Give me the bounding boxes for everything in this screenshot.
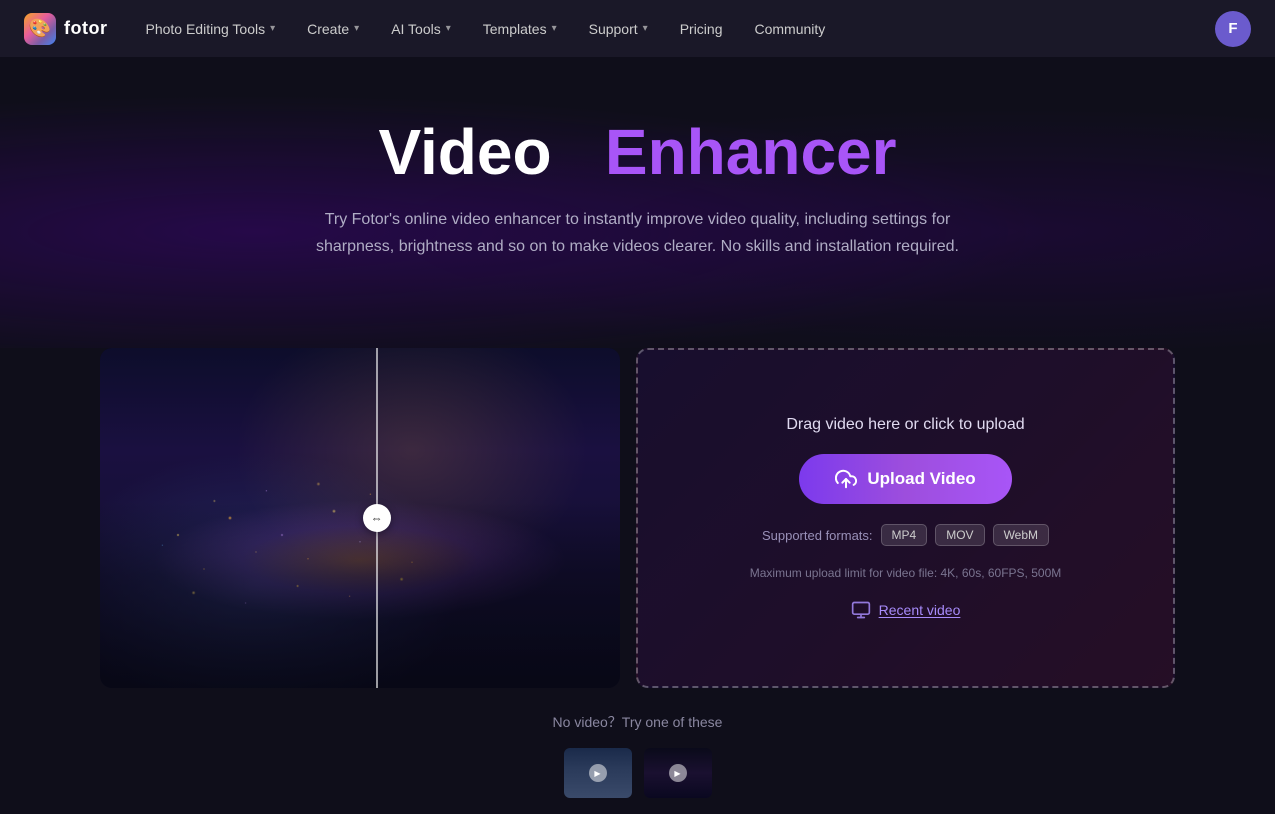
nav-item-pricing[interactable]: Pricing [666, 15, 737, 43]
chevron-down-icon: ▾ [643, 23, 648, 34]
formats-label: Supported formats: [762, 528, 873, 543]
nav-label-templates: Templates [483, 21, 547, 37]
recent-video-label: Recent video [879, 602, 961, 618]
building-silhouettes [100, 501, 620, 688]
divider-handle[interactable]: ⇔ [363, 504, 391, 532]
chevron-down-icon: ▾ [270, 23, 275, 34]
chevron-down-icon: ▾ [354, 23, 359, 34]
nav-item-create[interactable]: Create ▾ [293, 15, 373, 43]
chevron-down-icon: ▾ [446, 23, 451, 34]
hero-title-white: Video [378, 116, 551, 188]
logo-icon: 🎨 [24, 13, 56, 45]
nav-item-templates[interactable]: Templates ▾ [469, 15, 571, 43]
nav-item-ai-tools[interactable]: AI Tools ▾ [377, 15, 465, 43]
video-preview: ⇔ [100, 348, 620, 688]
hero-subtitle: Try Fotor's online video enhancer to ins… [288, 207, 988, 260]
format-webm: WebM [993, 524, 1049, 546]
play-icon: ▶ [669, 764, 687, 782]
sample-thumbnails: ▶ ▶ [20, 748, 1255, 798]
format-mov: MOV [935, 524, 984, 546]
upload-button-label: Upload Video [867, 469, 975, 489]
nav-label-support: Support [589, 21, 638, 37]
hero-title: Video Enhancer [20, 117, 1255, 187]
navbar: 🎨 fotor Photo Editing Tools ▾ Create ▾ A… [0, 0, 1275, 57]
user-avatar[interactable]: F [1215, 11, 1251, 47]
nav-right: F [1215, 11, 1251, 47]
upload-dropzone[interactable]: Drag video here or click to upload Uploa… [636, 348, 1175, 688]
recent-video-link[interactable]: Recent video [851, 600, 961, 620]
sample-thumb-1[interactable]: ▶ [564, 748, 632, 798]
recent-video-icon [851, 600, 871, 620]
nav-item-support[interactable]: Support ▾ [575, 15, 662, 43]
chevron-down-icon: ▾ [552, 23, 557, 34]
hero-title-purple: Enhancer [605, 116, 897, 188]
nav-label-pricing: Pricing [680, 21, 723, 37]
upload-button[interactable]: Upload Video [799, 454, 1011, 504]
city-background [100, 348, 620, 688]
sample-thumb-2[interactable]: ▶ [644, 748, 712, 798]
content-area: ⇔ Drag video here or click to upload Upl… [0, 348, 1275, 688]
nav-label-community: Community [754, 21, 825, 37]
upload-limit: Maximum upload limit for video file: 4K,… [750, 566, 1061, 580]
formats-row: Supported formats: MP4 MOV WebM [762, 524, 1049, 546]
format-mp4: MP4 [881, 524, 928, 546]
upload-icon [835, 468, 857, 490]
city-lights-layer [100, 348, 620, 688]
nav-items: Photo Editing Tools ▾ Create ▾ AI Tools … [131, 15, 1215, 43]
thumb-overlay-2: ▶ [644, 748, 712, 798]
hero-section: Video Enhancer Try Fotor's online video … [0, 57, 1275, 348]
nav-label-ai: AI Tools [391, 21, 441, 37]
logo-text: fotor [64, 18, 107, 39]
play-icon: ▶ [589, 764, 607, 782]
drag-text: Drag video here or click to upload [786, 416, 1024, 434]
nav-item-photo-editing[interactable]: Photo Editing Tools ▾ [131, 15, 289, 43]
no-video-text: No video？Try one of these [20, 712, 1255, 732]
bottom-strip: No video？Try one of these ▶ ▶ [0, 688, 1275, 814]
thumb-overlay-1: ▶ [564, 748, 632, 798]
before-after-divider[interactable]: ⇔ [376, 348, 378, 688]
nav-item-community[interactable]: Community [740, 15, 839, 43]
logo[interactable]: 🎨 fotor [24, 13, 107, 45]
nav-label-create: Create [307, 21, 349, 37]
nav-label-photo: Photo Editing Tools [145, 21, 265, 37]
